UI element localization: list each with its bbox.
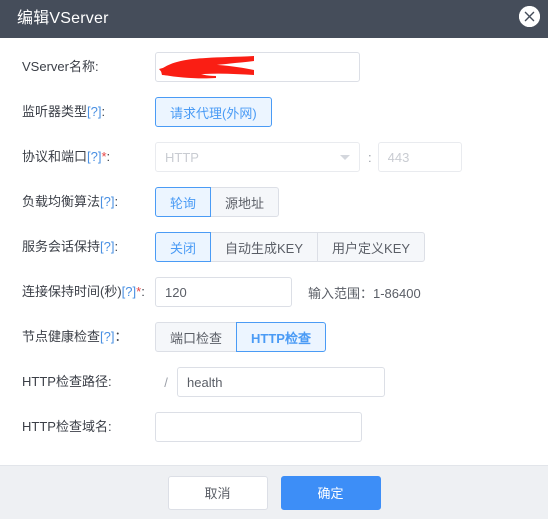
keepalive-time-label-suffix: : (141, 284, 145, 299)
keepalive-time-input[interactable] (155, 277, 292, 307)
balance-algorithm-group: 轮询 源地址 (155, 187, 280, 217)
health-check-option-http[interactable]: HTTP检查 (236, 322, 326, 352)
vserver-name-label: VServer名称: (22, 59, 99, 74)
path-slash-prefix: / (164, 374, 168, 390)
balance-algorithm-option-sourceip[interactable]: 源地址 (210, 187, 280, 217)
row-balance-algorithm: 负载均衡算法[?]: 轮询 源地址 (0, 187, 548, 217)
balance-algorithm-label: 负载均衡算法[?]: (22, 193, 155, 211)
listener-type-label-suffix: : (101, 104, 106, 119)
listener-type-label-text: 监听器类型 (22, 104, 88, 119)
session-persistence-label-text: 服务会话保持 (22, 239, 101, 254)
cancel-button[interactable]: 取消 (167, 475, 268, 510)
health-check-option-port[interactable]: 端口检查 (155, 322, 238, 352)
http-check-domain-label: HTTP检查域名: (22, 419, 112, 434)
balance-algorithm-help-icon[interactable]: [?] (100, 194, 114, 209)
http-check-domain-input[interactable] (155, 412, 362, 442)
row-health-check: 节点健康检查[?]： 端口检查 HTTP检查 (0, 322, 548, 352)
protocol-port-help-icon[interactable]: [?] (87, 149, 101, 164)
health-check-label: 节点健康检查[?]： (22, 328, 155, 346)
row-http-check-path: HTTP检查路径: / (0, 367, 548, 397)
listener-type-label: 监听器类型[?]: (22, 103, 155, 121)
health-check-label-suffix: ： (114, 329, 128, 344)
balance-algorithm-option-roundrobin[interactable]: 轮询 (155, 187, 212, 217)
keepalive-time-label-text: 连接保持时间(秒) (22, 284, 122, 299)
session-persistence-option-autokey[interactable]: 自动生成KEY (210, 232, 319, 262)
session-persistence-option-off[interactable]: 关闭 (155, 232, 212, 262)
http-check-path-label: HTTP检查路径: (22, 374, 112, 389)
chevron-down-icon (340, 155, 350, 160)
row-protocol-port: 协议和端口[?]*: HTTP : (0, 142, 548, 172)
health-check-label-text: 节点健康检查 (22, 329, 101, 344)
http-check-domain-control (155, 412, 362, 442)
health-check-help-icon[interactable]: [?] (100, 329, 114, 344)
balance-algorithm-label-text: 负载均衡算法 (22, 194, 101, 209)
dialog-footer: 取消 确定 (0, 465, 548, 519)
confirm-button[interactable]: 确定 (280, 475, 381, 510)
dialog-header: 编辑VServer (0, 0, 548, 38)
dialog-body: VServer名称: 监听器类型[?]: 请求代理(外网) 协议和端口[?]*:… (0, 38, 548, 465)
balance-algorithm-label-suffix: : (114, 194, 119, 209)
protocol-port-label-suffix: : (106, 149, 111, 164)
protocol-select-value: HTTP (165, 149, 199, 165)
row-vserver-name: VServer名称: (0, 52, 548, 82)
protocol-select[interactable]: HTTP (155, 142, 360, 172)
dialog-title: 编辑VServer (17, 10, 109, 27)
protocol-port-label-text: 协议和端口 (22, 149, 88, 164)
close-icon[interactable] (519, 6, 540, 27)
session-persistence-help-icon[interactable]: [?] (100, 239, 114, 254)
listener-type-group: 请求代理(外网) (155, 97, 272, 127)
protocol-port-separator: : (368, 149, 372, 165)
edit-vserver-dialog: 编辑VServer VServer名称: 监听器类型[?]: 请求代理(外网) … (0, 0, 548, 519)
row-http-check-domain: HTTP检查域名: (0, 412, 548, 442)
keepalive-time-label: 连接保持时间(秒)[?]*: (22, 283, 155, 301)
listener-type-option-proxy[interactable]: 请求代理(外网) (155, 97, 272, 127)
keepalive-time-control: 输入范围：1-86400 (155, 277, 421, 307)
close-icon-glyph (519, 6, 540, 27)
session-persistence-label: 服务会话保持[?]: (22, 238, 155, 256)
listener-type-help-icon[interactable]: [?] (87, 104, 101, 119)
http-check-path-input[interactable] (177, 367, 385, 397)
row-listener-type: 监听器类型[?]: 请求代理(外网) (0, 97, 548, 127)
vserver-name-control (155, 52, 360, 82)
keepalive-time-hint: 输入范围：1-86400 (308, 285, 421, 301)
http-check-path-control: / (155, 367, 385, 397)
protocol-port-label: 协议和端口[?]*: (22, 148, 155, 166)
session-persistence-label-suffix: : (114, 239, 119, 254)
vserver-name-input[interactable] (155, 52, 360, 82)
keepalive-time-help-icon[interactable]: [?] (122, 284, 136, 299)
session-persistence-group: 关闭 自动生成KEY 用户定义KEY (155, 232, 426, 262)
port-input[interactable] (377, 142, 462, 172)
health-check-group: 端口检查 HTTP检查 (155, 322, 326, 352)
protocol-port-control: HTTP : (155, 142, 462, 172)
vserver-name-wrap (155, 52, 360, 82)
row-session-persistence: 服务会话保持[?]: 关闭 自动生成KEY 用户定义KEY (0, 232, 548, 262)
row-keepalive-time: 连接保持时间(秒)[?]*: 输入范围：1-86400 (0, 277, 548, 307)
session-persistence-option-customkey[interactable]: 用户定义KEY (317, 232, 426, 262)
